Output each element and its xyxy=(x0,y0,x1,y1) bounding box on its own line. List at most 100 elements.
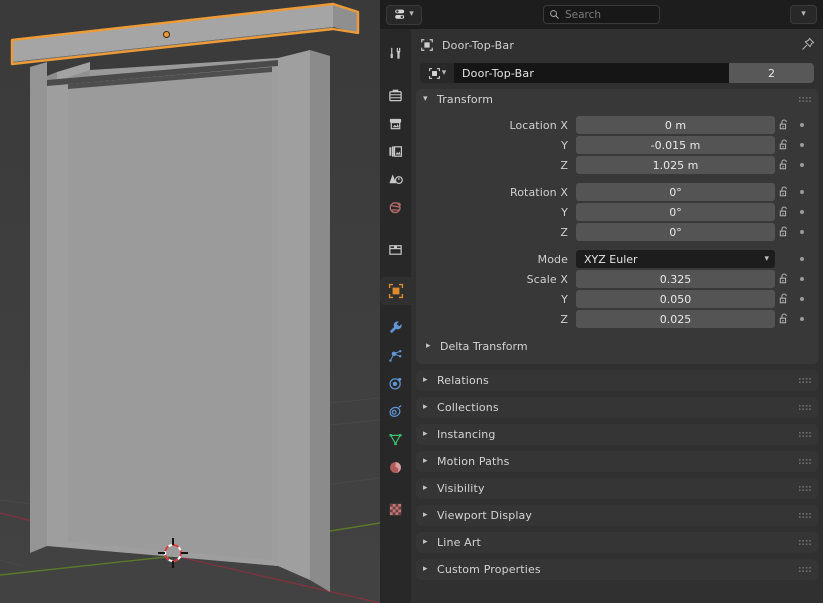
search-placeholder: Search xyxy=(565,8,602,21)
lock-scale-x[interactable] xyxy=(775,273,793,285)
row-location-y: Y -0.015 m xyxy=(416,136,818,154)
panel-grip-icon[interactable] xyxy=(799,425,812,444)
lock-location-z[interactable] xyxy=(775,159,793,171)
select-rotation-mode-value: XYZ Euler xyxy=(584,252,638,266)
decorator-scale-z[interactable] xyxy=(793,317,810,321)
grip-dots-icon xyxy=(799,567,811,572)
3d-cursor[interactable] xyxy=(158,538,188,568)
decorator-location-x[interactable] xyxy=(793,123,810,127)
physics-orbit-icon xyxy=(389,377,402,390)
3d-viewport[interactable] xyxy=(0,0,380,603)
field-rotation-x[interactable]: 0° xyxy=(576,183,775,201)
tab-material[interactable] xyxy=(380,453,411,481)
panel-grip-icon[interactable] xyxy=(799,506,812,525)
tab-object-constraints[interactable] xyxy=(380,397,411,425)
grip-dots-icon xyxy=(799,540,811,545)
decorator-scale-y[interactable] xyxy=(793,297,810,301)
panel-relations-header[interactable]: ▸ Relations xyxy=(416,370,818,391)
breadcrumb-label: Door-Top-Bar xyxy=(442,38,515,52)
label-scale-z: Z xyxy=(560,312,568,326)
label-rotation-y: Y xyxy=(561,205,568,219)
tab-tool[interactable] xyxy=(380,39,411,67)
label-rotation-x: Rotation X xyxy=(509,185,568,199)
lock-rotation-y[interactable] xyxy=(775,206,793,218)
tab-particles[interactable] xyxy=(380,341,411,369)
tab-world[interactable] xyxy=(380,193,411,221)
camera-back-icon xyxy=(389,89,402,101)
panel-grip-icon[interactable] xyxy=(799,90,812,109)
decorator-location-z[interactable] xyxy=(793,163,810,167)
tab-view-layer[interactable] xyxy=(380,137,411,165)
field-location-y[interactable]: -0.015 m xyxy=(576,136,775,154)
panel-custom-properties-header[interactable]: ▸ Custom Properties xyxy=(416,559,818,580)
editor-type-selector[interactable]: ▾ xyxy=(386,4,422,25)
tab-modifiers[interactable] xyxy=(380,313,411,341)
decorator-rotation-z[interactable] xyxy=(793,230,810,234)
chevron-right-icon: ▸ xyxy=(423,402,428,412)
door-frame-mesh xyxy=(30,50,330,592)
panel-collections-header[interactable]: ▸ Collections xyxy=(416,397,818,418)
row-rotation-x: Rotation X 0° xyxy=(416,183,818,201)
field-scale-y[interactable]: 0.050 xyxy=(576,290,775,308)
object-id-dropdown[interactable]: ▾ xyxy=(420,63,454,83)
object-name-input[interactable]: Door-Top-Bar xyxy=(454,63,729,83)
label-rotation-mode: Mode xyxy=(537,252,568,266)
tab-physics[interactable] xyxy=(380,369,411,397)
lock-scale-z[interactable] xyxy=(775,313,793,325)
properties-editor: ▾ Search ▾ Door-Top-Bar ▾ Door-Top-Bar 2… xyxy=(380,0,823,603)
field-location-x[interactable]: 0 m xyxy=(576,116,775,134)
field-scale-z[interactable]: 0.025 xyxy=(576,310,775,328)
tab-output[interactable] xyxy=(380,109,411,137)
tab-scene[interactable] xyxy=(380,165,411,193)
lock-location-y[interactable] xyxy=(775,139,793,151)
panel-grip-icon[interactable] xyxy=(799,398,812,417)
lock-rotation-z[interactable] xyxy=(775,226,793,238)
decorator-location-y[interactable] xyxy=(793,143,810,147)
panel-grip-icon[interactable] xyxy=(799,479,812,498)
panel-line-art-title: Line Art xyxy=(437,536,481,549)
field-scale-x[interactable]: 0.325 xyxy=(576,270,775,288)
tab-render[interactable] xyxy=(380,81,411,109)
panel-viewport-display: ▸ Viewport Display xyxy=(416,505,818,526)
subpanel-delta-transform[interactable]: ▸ Delta Transform xyxy=(426,336,813,356)
lock-open-icon xyxy=(779,139,787,150)
panel-line-art-header[interactable]: ▸ Line Art xyxy=(416,532,818,553)
field-rotation-y[interactable]: 0° xyxy=(576,203,775,221)
object-users-count-button[interactable]: 2 xyxy=(729,63,814,83)
select-rotation-mode[interactable]: XYZ Euler ▾ xyxy=(576,250,775,268)
tab-object[interactable] xyxy=(380,277,411,305)
panel-motion-paths-header[interactable]: ▸ Motion Paths xyxy=(416,451,818,472)
viewport-canvas xyxy=(0,0,380,603)
panel-grip-icon[interactable] xyxy=(799,560,812,579)
lock-location-x[interactable] xyxy=(775,119,793,131)
row-rotation-y: Y 0° xyxy=(416,203,818,221)
panel-visibility-header[interactable]: ▸ Visibility xyxy=(416,478,818,499)
header-options-dropdown[interactable]: ▾ xyxy=(790,5,817,24)
field-rotation-z[interactable]: 0° xyxy=(576,223,775,241)
decorator-scale-x[interactable] xyxy=(793,277,810,281)
panel-grip-icon[interactable] xyxy=(799,533,812,552)
decorator-rotation-y[interactable] xyxy=(793,210,810,214)
tab-collection[interactable] xyxy=(380,235,411,263)
lock-open-icon xyxy=(779,273,787,284)
field-location-z[interactable]: 1.025 m xyxy=(576,156,775,174)
lock-scale-y[interactable] xyxy=(775,293,793,305)
row-scale-y: Y 0.050 xyxy=(416,290,818,308)
label-rotation-z: Z xyxy=(560,225,568,239)
tab-object-data[interactable] xyxy=(380,425,411,453)
panel-instancing-header[interactable]: ▸ Instancing xyxy=(416,424,818,445)
panel-viewport-display-header[interactable]: ▸ Viewport Display xyxy=(416,505,818,526)
search-input[interactable]: Search xyxy=(543,5,660,24)
panel-grip-icon[interactable] xyxy=(799,452,812,471)
panel-transform-header[interactable]: ▾ Transform xyxy=(416,89,818,110)
panel-grip-icon[interactable] xyxy=(799,371,812,390)
label-scale-x: Scale X xyxy=(526,272,568,286)
pin-button[interactable] xyxy=(801,36,815,55)
decorator-rotation-x[interactable] xyxy=(793,190,810,194)
images-icon xyxy=(389,145,403,157)
lock-open-icon xyxy=(779,293,787,304)
decorator-rotation-mode[interactable] xyxy=(793,257,810,261)
row-scale-z: Z 0.025 xyxy=(416,310,818,328)
tab-texture[interactable] xyxy=(380,495,411,523)
lock-rotation-x[interactable] xyxy=(775,186,793,198)
